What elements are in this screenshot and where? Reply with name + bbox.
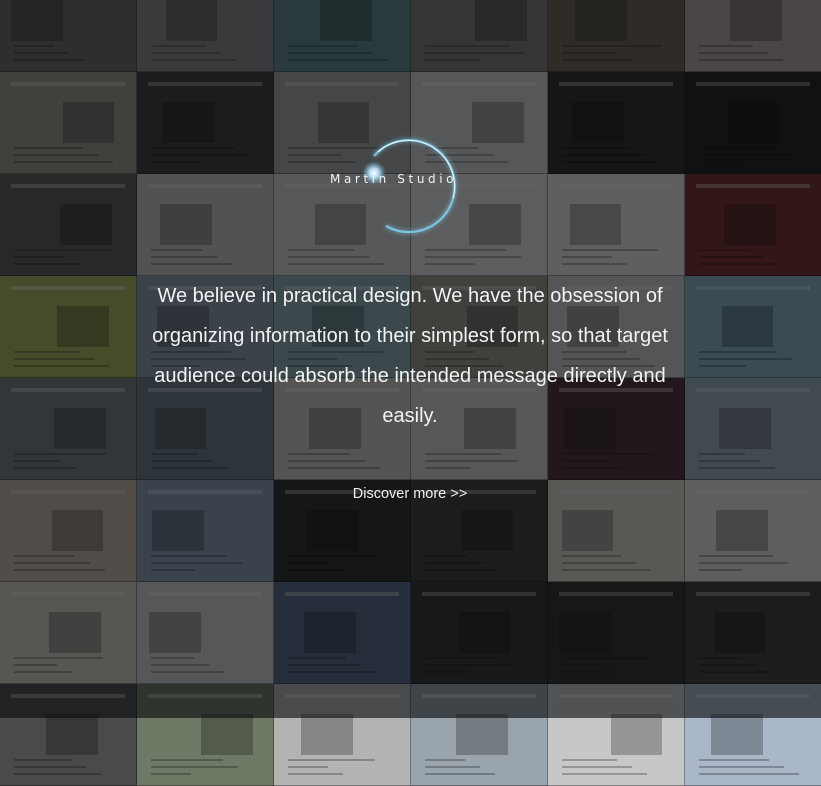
- studio-logo[interactable]: Martin Studio: [318, 128, 478, 238]
- discover-more-link[interactable]: Discover more >>: [310, 486, 510, 502]
- studio-name: Martin Studio: [330, 172, 458, 186]
- tagline-text: We believe in practical design. We have …: [152, 285, 668, 427]
